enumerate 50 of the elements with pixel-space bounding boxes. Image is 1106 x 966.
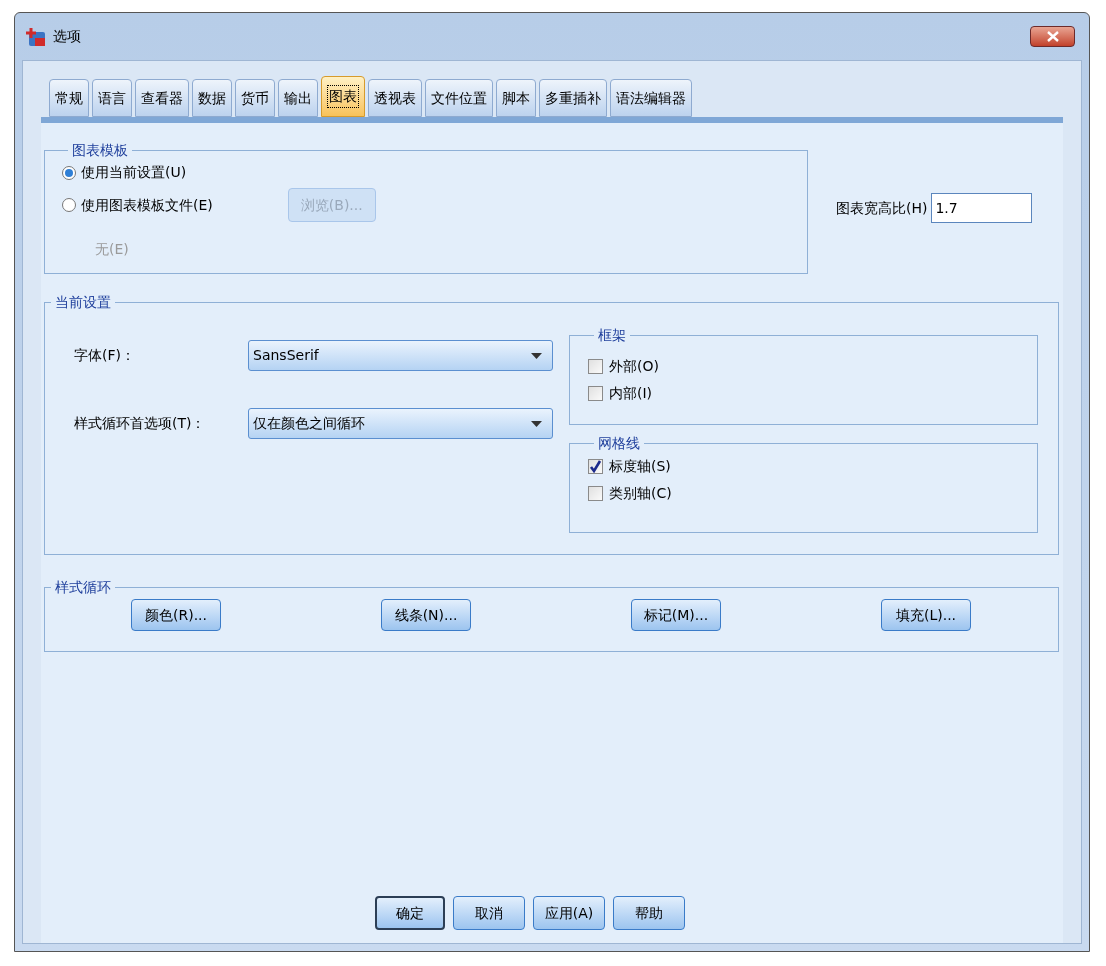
dialog-button[interactable]: 应用(A) xyxy=(533,896,605,930)
group-title: 当前设置 xyxy=(54,293,112,312)
caret-icon xyxy=(531,352,542,359)
tab[interactable]: 查看器 xyxy=(135,79,189,117)
checkbox-label: 外部(O) xyxy=(609,357,659,376)
tab[interactable]: 文件位置 xyxy=(425,79,493,117)
aspect-ratio-label: 图表宽高比(H) xyxy=(836,198,928,218)
tab[interactable]: 数据 xyxy=(192,79,232,117)
tab[interactable]: 常规 xyxy=(49,79,89,117)
aspect-ratio-field[interactable]: 1.7 xyxy=(931,193,1033,223)
tab[interactable]: 透视表 xyxy=(368,79,422,117)
radio-button[interactable] xyxy=(62,198,76,212)
tab[interactable]: 语言 xyxy=(92,79,132,117)
checkbox[interactable] xyxy=(588,459,603,474)
style-button[interactable]: 颜色(R)... xyxy=(131,599,221,631)
group-title: 框架 xyxy=(597,326,627,345)
dialog-button[interactable]: 确定 xyxy=(375,896,445,930)
group-title: 网格线 xyxy=(597,434,641,453)
radio-label: 使用当前设置(U) xyxy=(81,163,187,182)
radio-label: 使用图表模板文件(E) xyxy=(81,195,213,215)
file-name-label: 无(E) xyxy=(95,241,129,257)
dialog-button[interactable]: 帮助 xyxy=(613,896,685,930)
tab[interactable]: 脚本 xyxy=(496,79,536,117)
checkbox[interactable] xyxy=(588,386,603,401)
field-label: 样式循环首选项(T)： xyxy=(74,414,207,433)
field-label: 字体(F)： xyxy=(74,346,136,365)
checkbox-label: 标度轴(S) xyxy=(609,457,671,476)
radio-button[interactable] xyxy=(62,165,76,180)
close-button[interactable] xyxy=(1030,26,1075,47)
tab[interactable]: 多重插补 xyxy=(539,79,607,117)
checkbox[interactable] xyxy=(588,486,603,501)
dropdown[interactable]: 仅在颜色之间循环 xyxy=(248,408,553,439)
group-title: 样式循环 xyxy=(54,578,112,597)
window-title: 选项 xyxy=(53,27,81,46)
checkbox[interactable] xyxy=(588,359,603,374)
dropdown[interactable]: SansSerif xyxy=(248,340,553,371)
group-title: 图表模板 xyxy=(71,141,129,160)
tab[interactable]: 输出 xyxy=(278,79,318,117)
checkbox-label: 类别轴(C) xyxy=(609,484,672,503)
style-button[interactable]: 标记(M)... xyxy=(631,599,721,631)
style-button[interactable]: 填充(L)... xyxy=(881,599,971,631)
tab[interactable]: 货币 xyxy=(235,79,275,117)
app-icon xyxy=(25,25,47,48)
checkbox-label: 内部(I) xyxy=(609,384,653,403)
close-icon xyxy=(1046,31,1059,42)
style-button[interactable]: 线条(N)... xyxy=(381,599,471,631)
caret-icon xyxy=(531,420,542,427)
tab[interactable]: 图表 xyxy=(321,76,365,117)
dialog-button[interactable]: 取消 xyxy=(453,896,525,930)
tab[interactable]: 语法编辑器 xyxy=(610,79,692,117)
